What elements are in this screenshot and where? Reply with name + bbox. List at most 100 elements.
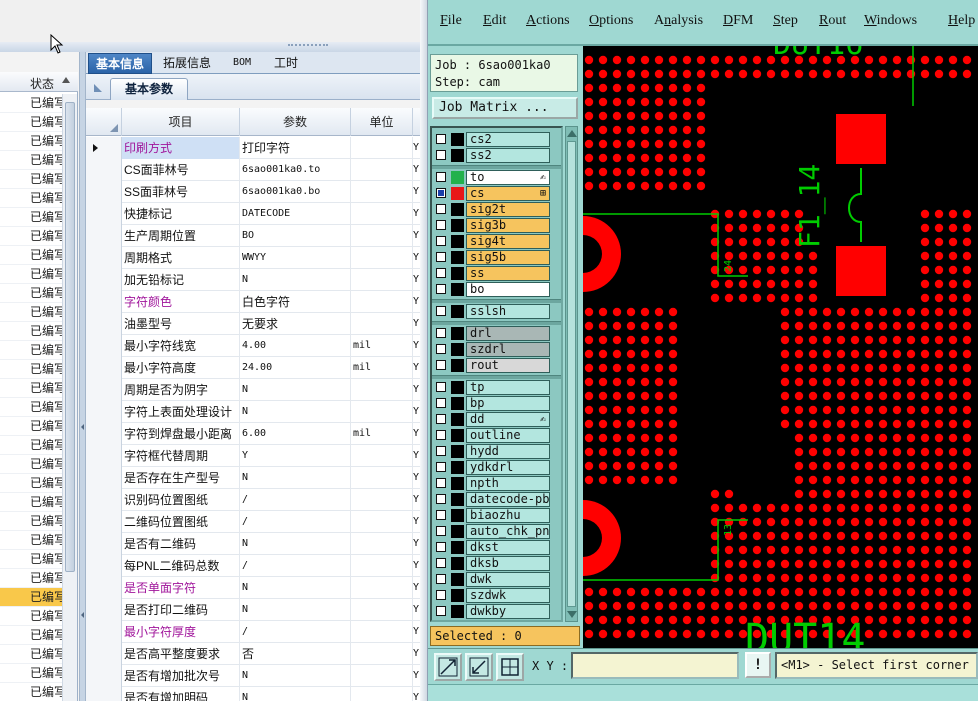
layer-name[interactable]: ss [466, 266, 550, 281]
layer-checkbox[interactable] [436, 236, 446, 246]
scroll-down-icon[interactable] [567, 611, 577, 618]
flag-cell[interactable]: Y [413, 181, 420, 203]
item-cell[interactable]: SS面菲林号 [122, 181, 240, 203]
param-cell[interactable]: 无要求 [240, 313, 351, 335]
row-header[interactable] [86, 555, 122, 577]
splitter-grip[interactable] [288, 44, 328, 48]
layer-name[interactable]: sslsh [466, 304, 550, 319]
layer-checkbox[interactable] [436, 574, 446, 584]
table-row[interactable]: 是否高平整度要求否 Y [86, 643, 420, 665]
status-row[interactable]: 已编写 [0, 664, 62, 683]
row-header[interactable] [86, 379, 122, 401]
unit-cell[interactable]: mil [351, 423, 413, 445]
flag-cell[interactable]: Y [413, 379, 420, 401]
flag-cell[interactable]: Y [413, 269, 420, 291]
layer-color-swatch[interactable] [451, 509, 464, 522]
zoom-window-button[interactable] [434, 653, 462, 681]
param-cell[interactable]: / [240, 511, 351, 533]
layer-color-swatch[interactable] [451, 493, 464, 506]
table-row[interactable]: 二维码位置图纸 / Y [86, 511, 420, 533]
layer-color-swatch[interactable] [451, 397, 464, 410]
item-cell[interactable]: CS面菲林号 [122, 159, 240, 181]
status-row[interactable]: 已编写 [0, 94, 62, 113]
layer-name[interactable]: cs2 [466, 132, 550, 147]
table-row[interactable]: 印刷方式 打印字符 Y [86, 137, 420, 159]
flag-cell[interactable]: Y [413, 291, 420, 313]
flag-cell[interactable]: Y [413, 159, 420, 181]
layer-row[interactable]: bo [432, 282, 557, 297]
table-row[interactable]: 识别码位置图纸 / Y [86, 489, 420, 511]
layer-checkbox[interactable] [436, 360, 446, 370]
layer-checkbox[interactable] [436, 558, 446, 568]
param-cell[interactable]: N [240, 687, 351, 701]
layer-color-swatch[interactable] [451, 219, 464, 232]
layer-row[interactable]: npth [432, 476, 557, 491]
layer-color-swatch[interactable] [451, 413, 464, 426]
row-header[interactable] [86, 665, 122, 687]
layer-name[interactable]: sig5b [466, 250, 550, 265]
item-cell[interactable]: 最小字符高度 [122, 357, 240, 379]
item-cell[interactable]: 生产周期位置 [122, 225, 240, 247]
layer-name[interactable]: tp [466, 380, 550, 395]
table-row[interactable]: 是否打印二维码 N Y [86, 599, 420, 621]
row-header[interactable] [86, 181, 122, 203]
param-cell[interactable]: 6sao001ka0.to [240, 159, 351, 181]
layer-color-swatch[interactable] [451, 343, 464, 356]
table-row[interactable]: 是否存在生产型号 N Y [86, 467, 420, 489]
layer-checkbox[interactable] [436, 590, 446, 600]
layer-row[interactable]: auto_chk_pnl [432, 524, 557, 539]
layer-row[interactable]: dkst [432, 540, 557, 555]
param-cell[interactable]: / [240, 621, 351, 643]
table-row[interactable]: 周期格式 WWYY Y [86, 247, 420, 269]
layer-checkbox[interactable] [436, 526, 446, 536]
table-row[interactable]: 快捷标记 DATECODE Y [86, 203, 420, 225]
unit-cell[interactable] [351, 555, 413, 577]
layer-row[interactable]: biaozhu [432, 508, 557, 523]
layer-checkbox[interactable] [436, 510, 446, 520]
flag-cell[interactable]: Y [413, 599, 420, 621]
layer-color-swatch[interactable] [451, 203, 464, 216]
status-row[interactable]: 已编写 [0, 398, 62, 417]
layer-checkbox[interactable] [436, 204, 446, 214]
layer-name[interactable]: cs ⊞ [466, 186, 550, 201]
layer-name[interactable]: szdwk [466, 588, 550, 603]
tab-basic-info[interactable]: 基本信息 [88, 53, 152, 74]
row-header[interactable] [86, 599, 122, 621]
unit-cell[interactable] [351, 203, 413, 225]
flag-cell[interactable]: Y [413, 555, 420, 577]
unit-cell[interactable] [351, 379, 413, 401]
status-row[interactable]: 已编写 [0, 683, 62, 701]
layer-checkbox[interactable] [436, 398, 446, 408]
layer-color-swatch[interactable] [451, 573, 464, 586]
unit-cell[interactable] [351, 533, 413, 555]
flag-cell[interactable]: Y [413, 665, 420, 687]
collapse-arrow-icon[interactable] [81, 424, 84, 430]
layer-name[interactable]: npth [466, 476, 550, 491]
layer-color-swatch[interactable] [451, 187, 464, 200]
item-cell[interactable]: 是否有增加明码 [122, 687, 240, 701]
item-cell[interactable]: 每PNL二维码总数 [122, 555, 240, 577]
layer-color-swatch[interactable] [451, 133, 464, 146]
layer-name[interactable]: to ✍ [466, 170, 550, 185]
unit-cell[interactable] [351, 489, 413, 511]
layer-row[interactable]: outline [432, 428, 557, 443]
status-row[interactable]: 已编写 [0, 550, 62, 569]
table-row[interactable]: 是否单面字符 N Y [86, 577, 420, 599]
row-header[interactable] [86, 159, 122, 181]
row-header[interactable] [86, 203, 122, 225]
layer-name[interactable]: bp [466, 396, 550, 411]
layer-checkbox[interactable] [436, 446, 446, 456]
status-row[interactable]: 已编写 [0, 151, 62, 170]
flag-cell[interactable]: Y [413, 489, 420, 511]
unit-cell[interactable] [351, 181, 413, 203]
status-row[interactable]: 已编写 [0, 341, 62, 360]
tab-labor-hours[interactable]: 工时 [266, 53, 306, 74]
row-header[interactable] [86, 467, 122, 489]
layer-checkbox[interactable] [436, 414, 446, 424]
param-cell[interactable]: N [240, 599, 351, 621]
unit-cell[interactable] [351, 621, 413, 643]
param-cell[interactable]: / [240, 555, 351, 577]
unit-cell[interactable] [351, 313, 413, 335]
status-row[interactable]: 已编写 [0, 208, 62, 227]
layer-color-swatch[interactable] [451, 251, 464, 264]
